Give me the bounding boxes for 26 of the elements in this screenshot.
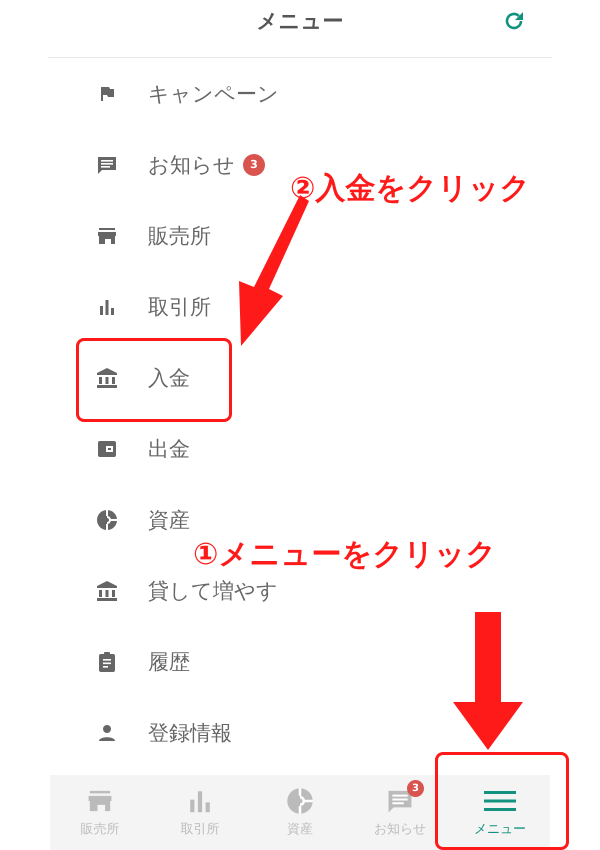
bank-icon bbox=[96, 580, 118, 602]
menu-item[interactable]: 入金 bbox=[148, 364, 190, 392]
menu-item[interactable]: 販売所 bbox=[148, 222, 211, 250]
menu-item[interactable]: 貸して増やす bbox=[148, 576, 278, 604]
tab[interactable]: 3 お知らせ bbox=[350, 775, 450, 850]
tab[interactable]: メニュー bbox=[450, 775, 550, 850]
pie-chart-icon bbox=[96, 508, 118, 530]
screen-title: メニュー bbox=[256, 8, 344, 35]
callout-text: ②入金をクリック bbox=[290, 170, 530, 208]
pie-chart-icon bbox=[286, 786, 314, 814]
wallet-icon bbox=[97, 438, 117, 458]
menu-item[interactable]: 出金 bbox=[148, 434, 190, 462]
person-icon bbox=[97, 722, 117, 742]
menu-item[interactable]: キャンペーン bbox=[148, 80, 279, 108]
callout-text: ①メニューをクリック bbox=[193, 536, 496, 574]
flag-icon bbox=[98, 84, 116, 102]
menu-icon bbox=[484, 788, 516, 812]
bank-icon bbox=[96, 366, 118, 388]
count-badge: 3 bbox=[243, 154, 265, 176]
menu-item[interactable]: 登録情報 bbox=[148, 718, 232, 746]
count-badge: 3 bbox=[407, 780, 424, 796]
menu-item[interactable]: 資産 bbox=[148, 506, 190, 534]
menu-item[interactable]: 履歴 bbox=[148, 648, 190, 676]
menu-item[interactable]: 取引所 bbox=[148, 292, 211, 320]
clipboard-icon bbox=[97, 650, 117, 672]
menu-item[interactable]: お知らせ bbox=[148, 150, 235, 178]
